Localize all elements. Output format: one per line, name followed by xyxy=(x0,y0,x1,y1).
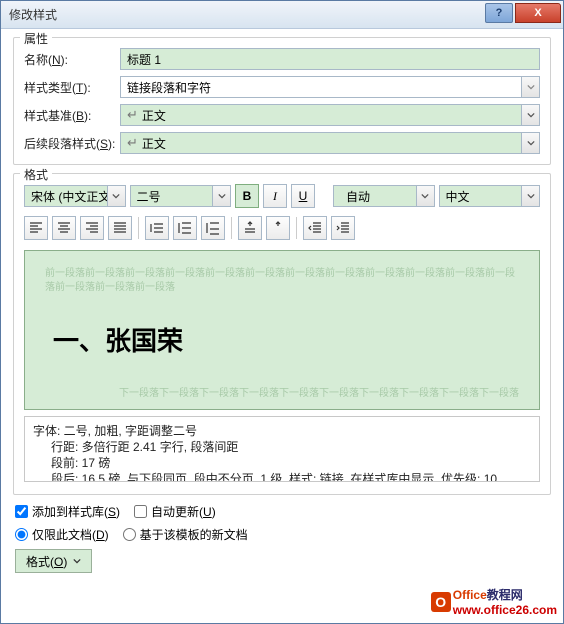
type-label: 样式类型(T): xyxy=(24,79,120,96)
add-to-gallery-checkbox[interactable]: 添加到样式库(S) xyxy=(15,503,120,520)
italic-button[interactable]: I xyxy=(263,184,287,208)
only-this-doc-radio[interactable]: 仅限此文档(D) xyxy=(15,526,109,543)
next-combo[interactable]: ↵ 正文 xyxy=(120,132,540,154)
titlebar: 修改样式 ? X xyxy=(1,1,563,29)
close-button[interactable]: X xyxy=(515,3,561,23)
type-combo: 链接段落和字符 xyxy=(120,76,540,98)
based-template-radio[interactable]: 基于该模板的新文档 xyxy=(123,526,248,543)
chevron-down-icon[interactable] xyxy=(521,105,539,125)
indent-increase-button[interactable] xyxy=(331,216,355,240)
indent-decrease-button[interactable] xyxy=(303,216,327,240)
watermark: O Office教程网 www.office26.com xyxy=(431,586,557,617)
chevron-down-icon xyxy=(521,77,539,97)
align-center-button[interactable] xyxy=(52,216,76,240)
line-spacing-2-button[interactable] xyxy=(201,216,225,240)
format-group: 格式 宋体 (中文正文) 二号 B I U 自动 xyxy=(13,173,551,495)
next-label: 后续段落样式(S): xyxy=(24,135,120,152)
chevron-down-icon xyxy=(73,558,81,564)
paragraph-mark-icon: ↵ xyxy=(127,107,138,123)
font-color-combo[interactable]: 自动 xyxy=(333,185,435,207)
chevron-down-icon[interactable] xyxy=(521,133,539,153)
chevron-down-icon[interactable] xyxy=(521,186,539,206)
underline-button[interactable]: U xyxy=(291,184,315,208)
align-right-button[interactable] xyxy=(80,216,104,240)
base-combo[interactable]: ↵ 正文 xyxy=(120,104,540,126)
style-description: 字体: 二号, 加粗, 字距调整二号 行距: 多倍行距 2.41 字行, 段落间… xyxy=(24,416,540,482)
line-spacing-15-button[interactable] xyxy=(173,216,197,240)
properties-legend: 属性 xyxy=(20,30,52,47)
dialog-title: 修改样式 xyxy=(9,6,485,23)
chevron-down-icon[interactable] xyxy=(107,186,125,206)
space-before-inc-button[interactable] xyxy=(238,216,262,240)
line-spacing-1-button[interactable] xyxy=(145,216,169,240)
help-button[interactable]: ? xyxy=(485,3,513,23)
name-label: 名称(N): xyxy=(24,51,120,68)
preview-sample-text: 一、张国荣 xyxy=(53,321,519,358)
properties-group: 属性 名称(N): 标题 1 样式类型(T): 链接段落和字符 样式基准(B):… xyxy=(13,37,551,165)
size-combo[interactable]: 二号 xyxy=(130,185,232,207)
format-menu-button[interactable]: 格式(O) xyxy=(15,549,92,573)
name-input[interactable]: 标题 1 xyxy=(120,48,540,70)
space-before-dec-button[interactable] xyxy=(266,216,290,240)
modify-style-dialog: 修改样式 ? X 属性 名称(N): 标题 1 样式类型(T): 链接段落和字符… xyxy=(0,0,564,624)
auto-update-checkbox[interactable]: 自动更新(U) xyxy=(134,503,216,520)
paragraph-mark-icon: ↵ xyxy=(127,135,138,151)
font-combo[interactable]: 宋体 (中文正文) xyxy=(24,185,126,207)
base-label: 样式基准(B): xyxy=(24,107,120,124)
chevron-down-icon[interactable] xyxy=(416,186,434,206)
preview-ghost-before: 前一段落前一段落前一段落前一段落前一段落前一段落前一段落前一段落前一段落前一段落… xyxy=(45,267,519,295)
chevron-down-icon[interactable] xyxy=(212,186,230,206)
lang-combo[interactable]: 中文 xyxy=(439,185,541,207)
preview-pane: 前一段落前一段落前一段落前一段落前一段落前一段落前一段落前一段落前一段落前一段落… xyxy=(24,250,540,410)
format-legend: 格式 xyxy=(20,166,52,183)
preview-ghost-after: 下一段落下一段落下一段落下一段落下一段落下一段落下一段落下一段落下一段落下一段落 xyxy=(45,387,519,401)
bold-button[interactable]: B xyxy=(235,184,259,208)
office-logo-icon: O xyxy=(431,592,451,612)
align-justify-button[interactable] xyxy=(108,216,132,240)
align-left-button[interactable] xyxy=(24,216,48,240)
